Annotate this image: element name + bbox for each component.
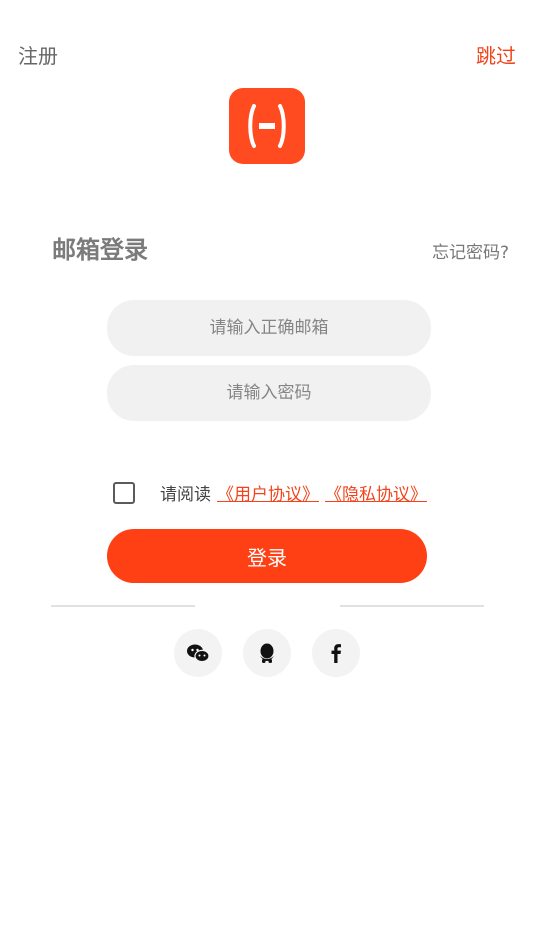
agreement-text: 请阅读 《用户协议》 《隐私协议》	[160, 480, 427, 505]
register-link[interactable]: 注册	[18, 40, 58, 69]
facebook-login-button[interactable]	[312, 629, 360, 677]
facebook-icon	[331, 644, 341, 663]
privacy-agreement-link[interactable]: 《隐私协议》	[325, 480, 427, 505]
app-logo	[229, 88, 305, 164]
wechat-login-button[interactable]	[174, 629, 222, 677]
app-logo-icon	[248, 104, 286, 148]
forgot-password-link[interactable]: 忘记密码?	[432, 238, 509, 263]
wechat-icon	[187, 644, 210, 663]
user-agreement-link[interactable]: 《用户协议》	[217, 480, 319, 505]
agreement-checkbox[interactable]	[113, 482, 135, 504]
skip-button[interactable]: 跳过	[476, 40, 516, 69]
divider-right	[340, 605, 484, 607]
agreement-prefix: 请阅读	[160, 485, 211, 505]
password-input[interactable]	[107, 365, 431, 421]
qq-icon	[260, 643, 274, 663]
divider-left	[51, 605, 195, 607]
qq-login-button[interactable]	[243, 629, 291, 677]
page-title: 邮箱登录	[52, 236, 148, 264]
email-input[interactable]	[107, 300, 431, 356]
login-button[interactable]: 登录	[107, 529, 427, 583]
